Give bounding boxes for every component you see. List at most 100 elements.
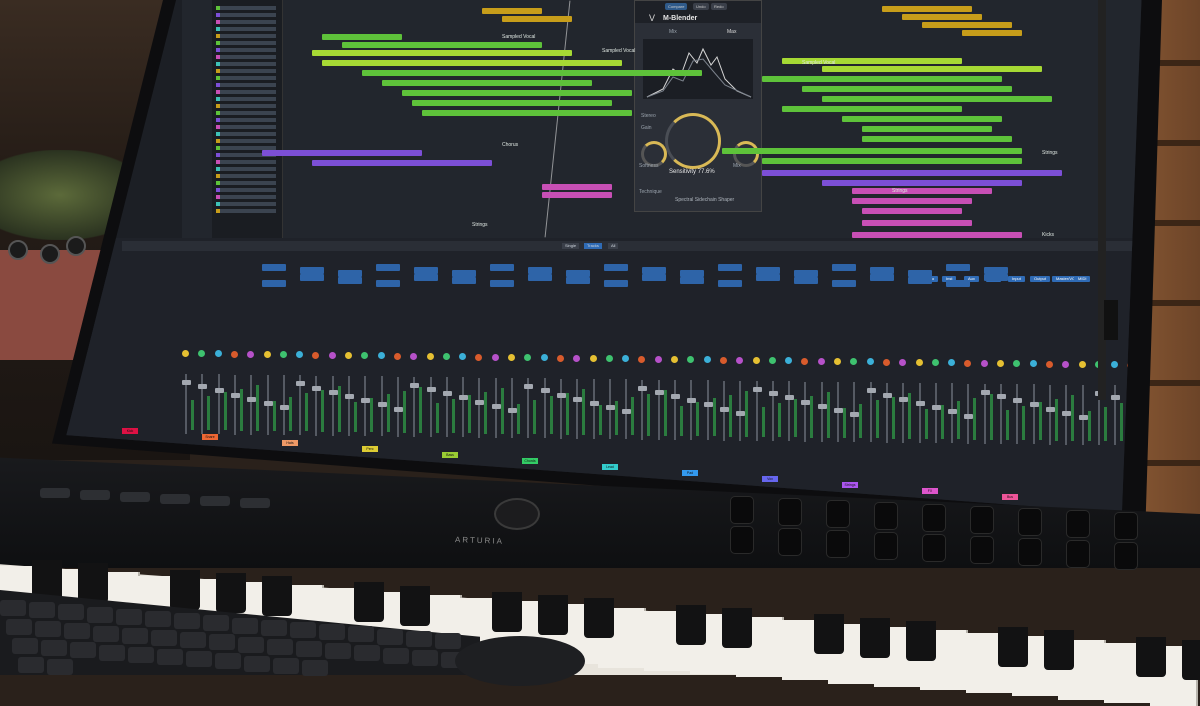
- volume-fader[interactable]: [1045, 406, 1055, 412]
- insert-slot[interactable]: [680, 277, 704, 284]
- pan-knob[interactable]: [866, 358, 874, 366]
- channel-name[interactable]: Snare: [202, 434, 218, 440]
- channel-name[interactable]: FX: [922, 488, 938, 494]
- volume-fader[interactable]: [622, 409, 632, 415]
- rotary-encoder[interactable]: [1114, 542, 1138, 570]
- insert-slot[interactable]: [528, 267, 552, 274]
- audio-region[interactable]: [402, 90, 632, 96]
- insert-slot[interactable]: [946, 264, 970, 271]
- qwerty-key[interactable]: [116, 608, 142, 625]
- track-header-row[interactable]: [216, 48, 276, 52]
- track-header-row[interactable]: [216, 195, 276, 199]
- view-output-button[interactable]: Output: [1030, 276, 1051, 282]
- track-header-row[interactable]: [216, 104, 276, 108]
- volume-fader[interactable]: [263, 401, 273, 406]
- audio-region[interactable]: [862, 126, 992, 132]
- volume-fader[interactable]: [980, 389, 990, 395]
- black-key[interactable]: [538, 595, 568, 636]
- pan-knob[interactable]: [182, 350, 189, 357]
- pan-knob[interactable]: [393, 352, 401, 360]
- rotary-encoder[interactable]: [874, 532, 898, 560]
- pan-knob[interactable]: [328, 351, 336, 359]
- pan-knob[interactable]: [736, 356, 744, 364]
- sensitivity-knob[interactable]: [665, 113, 721, 169]
- volume-fader[interactable]: [296, 381, 306, 387]
- view-midi-button[interactable]: MIDI: [1074, 276, 1091, 282]
- track-headers[interactable]: [212, 0, 283, 238]
- insert-slot[interactable]: [642, 267, 666, 274]
- track-header-row[interactable]: [216, 188, 276, 192]
- channel-name[interactable]: Bus: [1002, 494, 1018, 500]
- qwerty-key[interactable]: [93, 625, 119, 642]
- rotary-encoder[interactable]: [970, 506, 994, 534]
- insert-slot[interactable]: [452, 270, 476, 277]
- volume-fader[interactable]: [410, 382, 420, 388]
- insert-slot[interactable]: [794, 270, 818, 277]
- pan-knob[interactable]: [817, 357, 825, 365]
- audio-region[interactable]: [762, 170, 1062, 176]
- qwerty-key[interactable]: [64, 623, 90, 640]
- qwerty-key[interactable]: [383, 647, 409, 664]
- qwerty-key[interactable]: [296, 641, 322, 657]
- audio-region[interactable]: [542, 192, 612, 198]
- qwerty-key[interactable]: [99, 644, 125, 661]
- volume-fader[interactable]: [1013, 398, 1023, 404]
- volume-fader[interactable]: [801, 399, 811, 405]
- pan-knob[interactable]: [247, 350, 255, 358]
- controller-pad[interactable]: [40, 488, 70, 498]
- qwerty-key[interactable]: [35, 621, 61, 638]
- track-header-row[interactable]: [216, 90, 276, 94]
- volume-fader[interactable]: [475, 399, 485, 405]
- volume-fader[interactable]: [736, 410, 746, 416]
- insert-slot[interactable]: [452, 277, 476, 284]
- volume-fader[interactable]: [1062, 410, 1072, 416]
- controller-pad[interactable]: [200, 496, 230, 506]
- volume-fader[interactable]: [850, 412, 860, 418]
- qwerty-key[interactable]: [319, 624, 345, 641]
- volume-fader[interactable]: [361, 398, 371, 404]
- pan-knob[interactable]: [703, 356, 711, 364]
- volume-fader[interactable]: [426, 387, 436, 392]
- pan-knob[interactable]: [426, 353, 434, 360]
- black-key[interactable]: [216, 572, 246, 613]
- pan-knob[interactable]: [1062, 360, 1070, 368]
- qwerty-key[interactable]: [145, 611, 171, 627]
- volume-fader[interactable]: [899, 396, 909, 402]
- insert-slot[interactable]: [604, 280, 628, 287]
- audio-region[interactable]: [902, 14, 982, 20]
- volume-fader[interactable]: [279, 405, 289, 411]
- volume-fader[interactable]: [931, 405, 941, 411]
- qwerty-key[interactable]: [180, 632, 206, 649]
- track-header-row[interactable]: [216, 132, 276, 136]
- volume-fader[interactable]: [768, 391, 778, 397]
- track-header-row[interactable]: [216, 69, 276, 73]
- volume-fader[interactable]: [964, 413, 974, 419]
- volume-fader[interactable]: [817, 403, 827, 409]
- pan-knob[interactable]: [899, 358, 907, 366]
- volume-fader[interactable]: [393, 406, 403, 412]
- audio-region[interactable]: [922, 22, 1012, 28]
- tab-single[interactable]: Single: [562, 243, 580, 249]
- insert-slot[interactable]: [756, 267, 780, 274]
- volume-fader[interactable]: [719, 406, 729, 412]
- audio-region[interactable]: [762, 158, 1022, 164]
- volume-fader[interactable]: [524, 384, 534, 390]
- audio-region[interactable]: [542, 184, 612, 190]
- black-key[interactable]: [584, 598, 614, 639]
- compare-button[interactable]: Compare: [665, 3, 688, 10]
- insert-slot[interactable]: [376, 264, 400, 271]
- qwerty-key[interactable]: [58, 604, 84, 621]
- pan-knob[interactable]: [214, 350, 222, 358]
- track-header-row[interactable]: [216, 167, 276, 171]
- mouse[interactable]: [455, 636, 585, 686]
- qwerty-key[interactable]: [273, 657, 299, 674]
- pan-knob[interactable]: [556, 354, 564, 362]
- controller-pad[interactable]: [240, 498, 270, 508]
- track-header-row[interactable]: [216, 160, 276, 164]
- insert-slot[interactable]: [604, 264, 628, 271]
- track-header-row[interactable]: [216, 62, 276, 66]
- insert-slot[interactable]: [718, 280, 742, 287]
- insert-slot[interactable]: [300, 267, 324, 274]
- qwerty-key[interactable]: [87, 606, 113, 623]
- insert-slot[interactable]: [338, 270, 362, 277]
